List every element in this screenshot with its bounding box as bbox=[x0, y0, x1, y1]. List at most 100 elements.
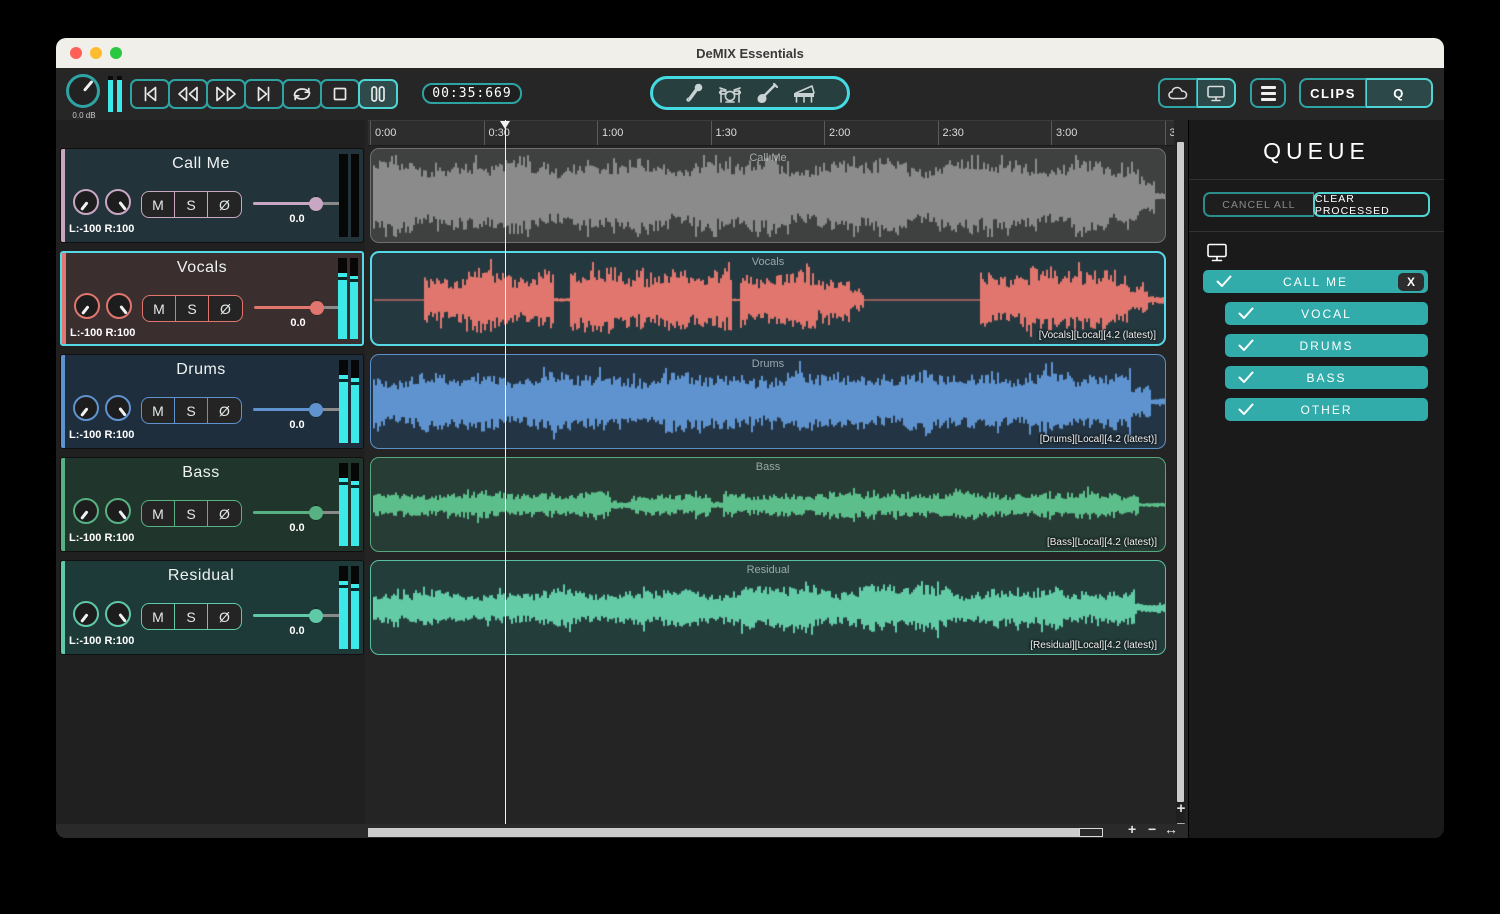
queue-stem-item[interactable]: BASS bbox=[1225, 366, 1428, 389]
pan-range-label: L:-100 R:100 bbox=[69, 223, 135, 235]
skip-end-button[interactable] bbox=[244, 79, 284, 109]
track-gain-slider[interactable] bbox=[253, 607, 341, 624]
track-gain-slider-thumb[interactable] bbox=[309, 608, 324, 623]
app-window: DeMIX Essentials 0.0 dB 00:35:669 CLIPS … bbox=[56, 38, 1444, 838]
rewind-button[interactable] bbox=[168, 79, 208, 109]
vertical-scrollbar[interactable] bbox=[1176, 142, 1185, 838]
audio-clip[interactable]: Residual [Residual][Local][4.2 (latest)] bbox=[370, 560, 1166, 655]
track-header[interactable]: Call Me L:-100 R:100 M S Ø 0.0 bbox=[60, 148, 364, 243]
track-gain-slider-thumb[interactable] bbox=[309, 196, 324, 211]
microphone-icon[interactable] bbox=[682, 81, 706, 105]
phase-invert-button[interactable]: Ø bbox=[208, 604, 241, 629]
solo-button[interactable]: S bbox=[175, 192, 208, 217]
master-gain-knob[interactable] bbox=[66, 74, 100, 108]
phase-invert-button[interactable]: Ø bbox=[209, 296, 242, 321]
phase-invert-button[interactable]: Ø bbox=[208, 192, 241, 217]
horizontal-zoom-in-button[interactable]: + bbox=[1128, 821, 1136, 837]
solo-button[interactable]: S bbox=[176, 296, 209, 321]
bottom-scroll-strip: + − ↔ bbox=[56, 821, 1188, 838]
clear-processed-button[interactable]: CLEAR PROCESSED bbox=[1312, 192, 1430, 217]
cloud-button[interactable] bbox=[1158, 78, 1197, 108]
track-name: Bass bbox=[182, 464, 220, 481]
track-header[interactable]: Drums L:-100 R:100 M S Ø 0.0 bbox=[60, 354, 364, 449]
track-header[interactable]: Bass L:-100 R:100 M S Ø 0.0 bbox=[60, 457, 364, 552]
solo-button[interactable]: S bbox=[175, 398, 208, 423]
pan-left-knob[interactable] bbox=[74, 293, 100, 319]
mute-button[interactable]: M bbox=[142, 398, 175, 423]
queue-tab[interactable]: Q bbox=[1366, 78, 1433, 108]
track-gain-slider[interactable] bbox=[253, 195, 341, 212]
queue-panel: QUEUE CANCEL ALL CLEAR PROCESSED CALL ME… bbox=[1188, 120, 1444, 838]
audio-clip[interactable]: Drums [Drums][Local][4.2 (latest)] bbox=[370, 354, 1166, 449]
phase-invert-button[interactable]: Ø bbox=[208, 398, 241, 423]
pan-left-knob[interactable] bbox=[73, 395, 99, 421]
mute-button[interactable]: M bbox=[142, 501, 175, 526]
divider bbox=[1189, 231, 1444, 232]
queue-stem-item[interactable]: OTHER bbox=[1225, 398, 1428, 421]
audio-clip[interactable]: Call Me bbox=[370, 148, 1166, 243]
stop-button[interactable] bbox=[320, 79, 360, 109]
timeline-ruler[interactable]: 0:00 0:30 1:00 1:30 2:00 2:30 3:00 3 bbox=[368, 120, 1174, 146]
drum-kit-icon[interactable] bbox=[716, 81, 744, 105]
skip-start-button[interactable] bbox=[130, 79, 170, 109]
horizontal-zoom-fit-button[interactable]: ↔ bbox=[1164, 821, 1178, 837]
pause-button[interactable] bbox=[358, 79, 398, 109]
ruler-tick: 2:00 bbox=[824, 121, 850, 145]
audio-clip[interactable]: Bass [Bass][Local][4.2 (latest)] bbox=[370, 457, 1166, 552]
cancel-all-button[interactable]: CANCEL ALL bbox=[1203, 192, 1314, 217]
ruler-tick: 1:00 bbox=[597, 121, 623, 145]
remove-job-button[interactable]: X bbox=[1398, 272, 1424, 291]
pan-right-knob[interactable] bbox=[105, 395, 131, 421]
grand-piano-icon[interactable] bbox=[790, 81, 818, 105]
menu-button[interactable] bbox=[1250, 78, 1286, 108]
pan-left-knob[interactable] bbox=[73, 189, 99, 215]
check-icon bbox=[1237, 401, 1255, 420]
close-window-button[interactable] bbox=[70, 47, 82, 59]
track-level-meters bbox=[339, 154, 359, 237]
queue-job-call-me[interactable]: CALL ME X bbox=[1203, 270, 1428, 293]
pan-right-knob[interactable] bbox=[105, 498, 131, 524]
clips-tab[interactable]: CLIPS bbox=[1299, 78, 1366, 108]
pan-right-knob[interactable] bbox=[106, 293, 132, 319]
phase-invert-button[interactable]: Ø bbox=[208, 501, 241, 526]
ruler-tick: 1:30 bbox=[710, 121, 737, 145]
mute-button[interactable]: M bbox=[142, 604, 175, 629]
audio-clip[interactable]: Vocals [Vocals][Local][4.2 (latest)] bbox=[370, 251, 1166, 346]
queue-stem-item[interactable]: VOCAL bbox=[1225, 302, 1428, 325]
track-gain-slider[interactable] bbox=[253, 401, 341, 418]
pan-range-label: L:-100 R:100 bbox=[69, 429, 135, 441]
ruler-tick: 3:00 bbox=[1051, 121, 1077, 145]
time-display[interactable]: 00:35:669 bbox=[422, 83, 522, 104]
track-level-meters bbox=[339, 566, 359, 649]
stem-selector-pill[interactable] bbox=[650, 76, 850, 110]
pan-left-knob[interactable] bbox=[73, 601, 99, 627]
zoom-window-button[interactable] bbox=[110, 47, 122, 59]
track-gain-slider[interactable] bbox=[253, 504, 341, 521]
solo-button[interactable]: S bbox=[175, 604, 208, 629]
pan-range-label: L:-100 R:100 bbox=[70, 327, 136, 339]
pan-right-knob[interactable] bbox=[105, 189, 131, 215]
mute-button[interactable]: M bbox=[142, 192, 175, 217]
loop-button[interactable] bbox=[282, 79, 322, 109]
vertical-scrollbar-thumb[interactable] bbox=[1177, 142, 1184, 802]
track-header[interactable]: Vocals L:-100 R:100 M S Ø 0.0 bbox=[60, 251, 364, 346]
guitar-icon[interactable] bbox=[754, 81, 780, 105]
solo-button[interactable]: S bbox=[175, 501, 208, 526]
minimize-window-button[interactable] bbox=[90, 47, 102, 59]
fast-forward-button[interactable] bbox=[206, 79, 246, 109]
horizontal-scrollbar[interactable] bbox=[368, 828, 1103, 837]
track-gain-slider-thumb[interactable] bbox=[310, 300, 325, 315]
track-header[interactable]: Residual L:-100 R:100 M S Ø 0.0 bbox=[60, 560, 364, 655]
mute-button[interactable]: M bbox=[143, 296, 176, 321]
track-gain-slider[interactable] bbox=[254, 299, 342, 316]
playhead-marker[interactable] bbox=[500, 121, 510, 129]
horizontal-scrollbar-track-rest[interactable] bbox=[1079, 828, 1103, 837]
track-gain-slider-thumb[interactable] bbox=[309, 402, 324, 417]
pan-right-knob[interactable] bbox=[105, 601, 131, 627]
horizontal-zoom-out-button[interactable]: − bbox=[1148, 821, 1156, 837]
local-device-button[interactable] bbox=[1197, 78, 1236, 108]
queue-stem-item[interactable]: DRUMS bbox=[1225, 334, 1428, 357]
pan-left-knob[interactable] bbox=[73, 498, 99, 524]
track-gain-slider-thumb[interactable] bbox=[309, 505, 324, 520]
clip-waveform bbox=[373, 463, 1165, 547]
